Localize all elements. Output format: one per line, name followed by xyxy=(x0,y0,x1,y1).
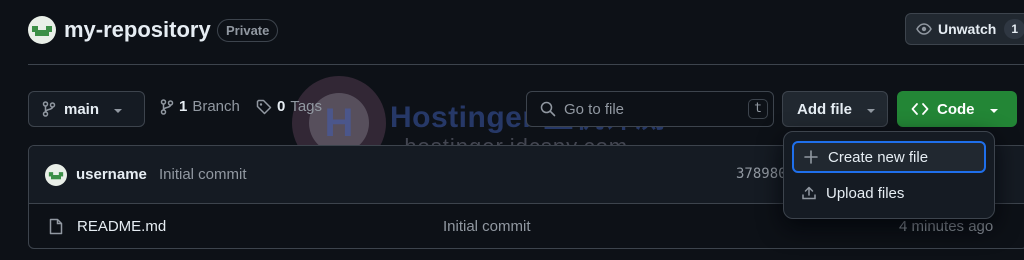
commit-author[interactable]: username xyxy=(76,166,147,183)
branch-count-label: Branch xyxy=(192,98,240,115)
identicon-icon xyxy=(48,172,64,180)
code-label: Code xyxy=(937,100,975,118)
git-branch-icon xyxy=(160,98,174,115)
avatar[interactable] xyxy=(45,164,67,186)
git-branch-icon xyxy=(42,101,56,117)
go-to-file-placeholder: Go to file xyxy=(564,100,625,118)
eye-icon xyxy=(916,21,932,37)
repo-name[interactable]: my-repository xyxy=(64,16,211,44)
upload-icon xyxy=(802,186,816,200)
unwatch-label: Unwatch xyxy=(938,21,997,37)
add-file-label: Add file xyxy=(797,100,852,118)
menu-item-upload-files[interactable]: Upload files xyxy=(792,177,986,209)
branch-count: 1 xyxy=(179,98,188,115)
search-icon xyxy=(540,101,556,117)
menu-item-create-new-file[interactable]: Create new file xyxy=(792,141,986,173)
tag-count: 0 xyxy=(277,98,286,115)
branches-link[interactable]: 1 Branch xyxy=(160,98,240,115)
visibility-badge: Private xyxy=(217,19,279,42)
plus-icon xyxy=(804,150,818,164)
menu-item-label: Upload files xyxy=(826,184,905,202)
code-icon xyxy=(911,102,929,116)
file-commit-message[interactable]: Initial commit xyxy=(443,218,531,235)
branch-name: main xyxy=(64,100,100,118)
chevron-down-icon xyxy=(113,101,123,118)
branch-selector-button[interactable]: main xyxy=(28,91,145,127)
watch-count: 1 xyxy=(1004,19,1024,39)
go-to-file-input[interactable]: Go to file xyxy=(526,91,774,127)
commit-hash[interactable]: 378980 xyxy=(736,166,787,182)
tags-link[interactable]: 0 Tags xyxy=(256,98,322,115)
header-divider xyxy=(28,64,1024,65)
file-commit-age: 4 minutes ago xyxy=(899,218,994,235)
commit-message[interactable]: Initial commit xyxy=(159,166,247,183)
tag-icon xyxy=(256,99,272,115)
add-file-button[interactable]: Add file xyxy=(782,91,888,127)
keyboard-shortcut-hint: t xyxy=(748,99,768,119)
tag-count-label: Tags xyxy=(290,98,323,115)
repo-avatar xyxy=(28,16,56,44)
menu-item-label: Create new file xyxy=(828,148,929,166)
code-button[interactable]: Code xyxy=(897,91,1017,127)
chevron-down-icon xyxy=(989,101,999,118)
add-file-menu: Create new file Upload files xyxy=(783,131,995,219)
chevron-down-icon xyxy=(866,101,876,118)
unwatch-button[interactable]: Unwatch 1 xyxy=(905,13,1024,45)
identicon-icon xyxy=(32,26,52,36)
file-name[interactable]: README.md xyxy=(77,218,166,235)
file-icon xyxy=(49,218,63,240)
